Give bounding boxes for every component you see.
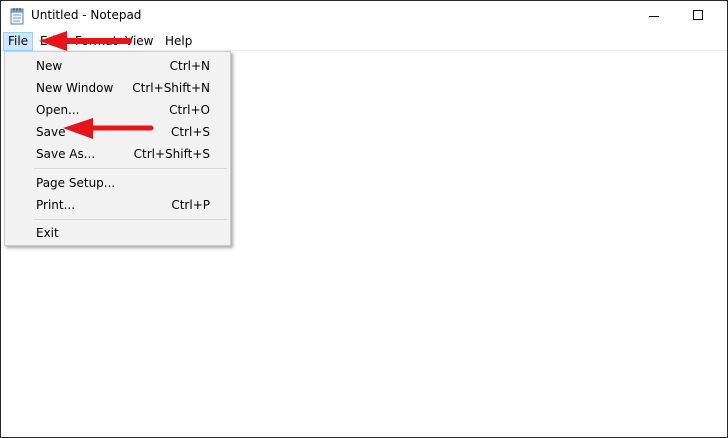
menu-item-open[interactable]: Open... Ctrl+O <box>5 99 230 121</box>
menu-item-shortcut: Ctrl+P <box>171 198 210 212</box>
title-bar: Untitled - Notepad <box>1 1 727 32</box>
menu-item-new-window[interactable]: New Window Ctrl+Shift+N <box>5 77 230 99</box>
menu-item-shortcut: Ctrl+Shift+N <box>132 81 210 95</box>
menu-item-label: Print... <box>36 198 76 212</box>
menu-item-label: Save As... <box>36 147 96 161</box>
menu-separator <box>34 219 227 220</box>
menu-item-shortcut: Ctrl+S <box>170 125 210 139</box>
menu-item-label: Page Setup... <box>36 176 116 190</box>
menu-item-save[interactable]: Save Ctrl+S <box>5 121 230 143</box>
maximize-icon <box>693 10 703 20</box>
menu-item-shortcut: Ctrl+N <box>169 59 210 73</box>
menu-item-label: New Window <box>36 81 114 95</box>
menu-item-label: Save <box>36 125 66 139</box>
menu-edit[interactable]: Edit <box>36 32 67 51</box>
menu-item-label: Exit <box>36 226 59 240</box>
menu-item-shortcut: Ctrl+Shift+S <box>133 147 210 161</box>
notepad-window: Untitled - Notepad File Edit Format View… <box>0 0 728 438</box>
menu-help[interactable]: Help <box>161 32 196 51</box>
menu-item-shortcut: Ctrl+O <box>169 103 210 117</box>
menu-bar: File Edit Format View Help <box>1 32 727 51</box>
minimize-icon <box>649 16 659 17</box>
menu-item-save-as[interactable]: Save As... Ctrl+Shift+S <box>5 143 230 165</box>
menu-item-new[interactable]: New Ctrl+N <box>5 55 230 77</box>
maximize-button[interactable] <box>675 1 721 32</box>
menu-file[interactable]: File <box>3 32 34 51</box>
menu-item-exit[interactable]: Exit <box>5 222 230 244</box>
menu-format[interactable]: Format <box>71 32 121 51</box>
notepad-icon <box>9 7 25 25</box>
menu-item-page-setup[interactable]: Page Setup... <box>5 172 230 194</box>
minimize-button[interactable] <box>631 1 677 32</box>
menu-item-label: Open... <box>36 103 80 117</box>
file-menu-dropdown: New Ctrl+N New Window Ctrl+Shift+N Open.… <box>4 51 231 246</box>
menu-item-label: New <box>36 59 63 73</box>
menu-view[interactable]: View <box>121 32 157 51</box>
menu-item-print[interactable]: Print... Ctrl+P <box>5 194 230 216</box>
window-title: Untitled - Notepad <box>31 8 142 22</box>
menu-separator <box>34 168 227 169</box>
